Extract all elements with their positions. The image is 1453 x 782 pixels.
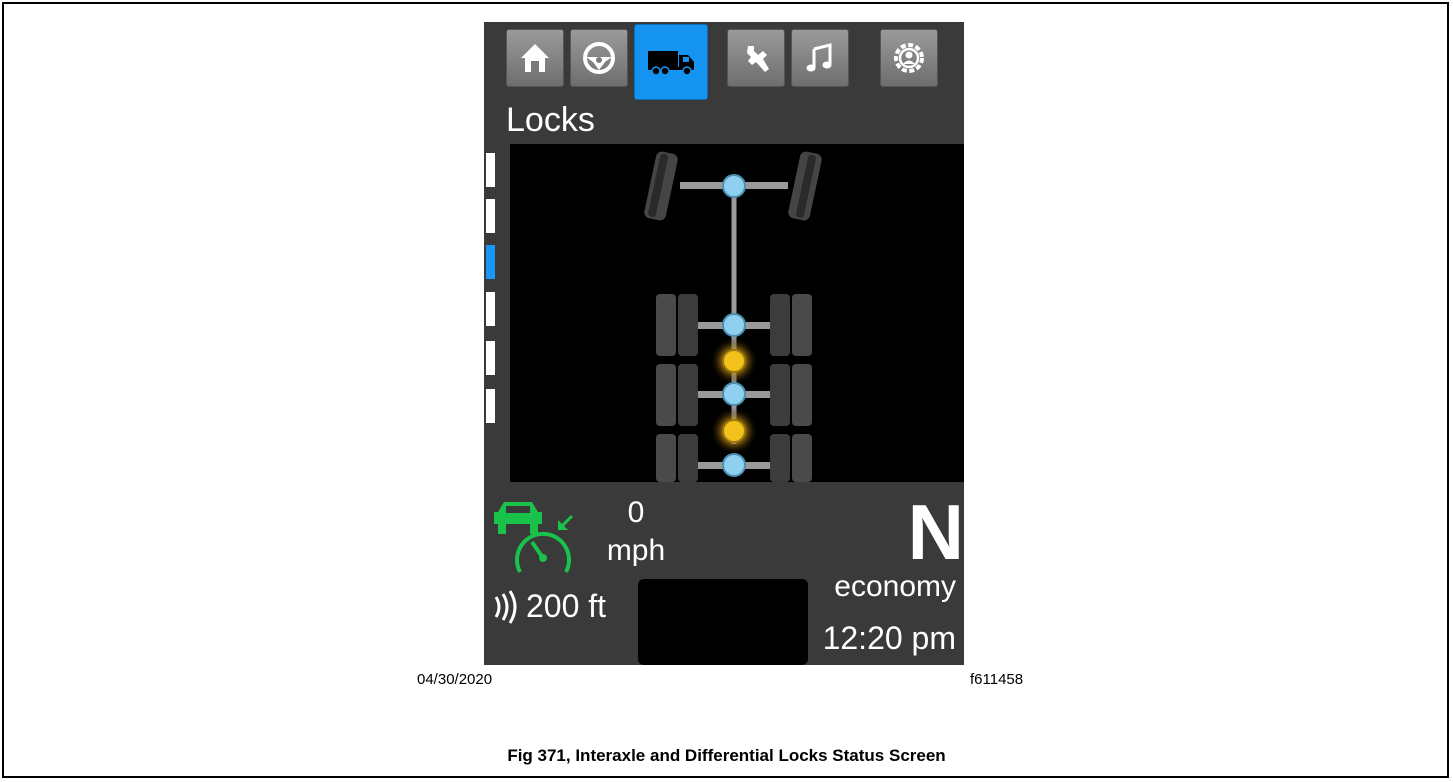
scroll-indicator	[486, 341, 495, 375]
gear-indicator: N	[907, 488, 964, 576]
home-icon	[521, 44, 549, 72]
tab-home[interactable]	[506, 29, 564, 87]
truck-icon	[648, 51, 694, 76]
differential-lock-indicator	[722, 382, 746, 406]
tab-settings[interactable]	[880, 29, 938, 87]
figure-code: f611458	[970, 671, 1024, 688]
tab-service[interactable]	[727, 29, 785, 87]
dash-screen: Locks 0 mph N economy 12:20 pm 200 ft	[484, 22, 964, 665]
music-note-icon	[806, 43, 832, 72]
interaxle-lock-engaged-indicator	[722, 419, 746, 443]
transmission-mode: economy	[834, 570, 956, 603]
scroll-indicator	[486, 199, 495, 233]
wrench-icon	[747, 46, 769, 72]
scroll-indicator	[486, 389, 495, 423]
tab-driving[interactable]	[570, 29, 628, 87]
steering-wheel-icon	[583, 42, 615, 74]
tab-media[interactable]	[791, 29, 849, 87]
speed-value: 0	[627, 496, 645, 529]
figure-caption: Fig 371, Interaxle and Differential Lock…	[507, 746, 946, 765]
differential-lock-indicator	[722, 313, 746, 337]
settings-gear-icon	[894, 43, 924, 73]
steer-axle-lock-indicator	[722, 174, 746, 198]
scroll-indicator	[486, 153, 495, 187]
figure-date: 04/30/2020	[417, 671, 493, 688]
differential-lock-indicator	[722, 453, 746, 477]
following-distance: 200 ft	[490, 588, 606, 625]
radar-signal-icon	[494, 589, 517, 624]
message-area	[638, 579, 808, 665]
clock: 12:20 pm	[822, 620, 956, 656]
scroll-indicator-active	[486, 245, 495, 279]
axle-lock-diagram	[510, 144, 964, 482]
distance-value: 200 ft	[526, 588, 607, 624]
interaxle-lock-engaged-indicator	[722, 349, 746, 373]
page-title: Locks	[506, 101, 595, 139]
tab-vehicle[interactable]	[634, 24, 708, 100]
scroll-indicator	[486, 292, 495, 326]
speed-unit: mph	[606, 534, 666, 567]
